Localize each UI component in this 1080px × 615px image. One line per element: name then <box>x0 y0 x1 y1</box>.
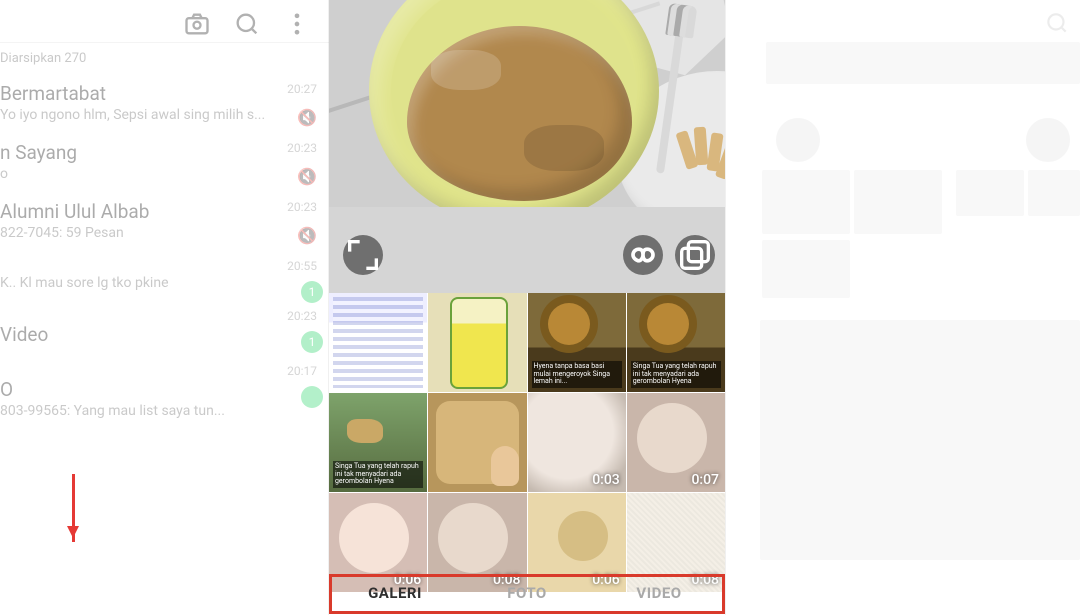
right-background <box>726 0 1080 615</box>
chat-row: n Sayang o 20:23 🔇 <box>0 137 329 196</box>
preview-toolbar <box>329 207 725 293</box>
chat-row: Alumni Ulul Albab 822-7045: 59 Pesan 20:… <box>0 196 329 255</box>
thumb-lion-1[interactable]: Hyena tanpa basa basi mulai mengeroyok S… <box>528 293 626 392</box>
media-picker: Hyena tanpa basa basi mulai mengeroyok S… <box>329 0 725 615</box>
chatlist-background: Diarsipkan 270 Bermartabat Yo iyo ngono … <box>0 0 329 615</box>
chat-row: O 803-99565: Yang mau list saya tun... 2… <box>0 360 329 433</box>
mute-icon: 🔇 <box>297 167 317 186</box>
thumb-video[interactable]: 0:03 <box>528 393 626 492</box>
chat-row: Bermartabat Yo iyo ngono hlm, Sepsi awal… <box>0 78 329 137</box>
thumb-grass-dog[interactable]: Singa Tua yang telah rapuh ini tak menya… <box>329 393 427 492</box>
chat-snippet: Yo iyo ngono hlm, Sepsi awal sing milih … <box>0 107 319 123</box>
mute-icon: 🔇 <box>297 108 317 127</box>
chat-row: Video 20:23 1 <box>0 305 329 360</box>
media-tabs: GALERI FOTO VIDEO <box>329 570 725 615</box>
unread-badge <box>301 386 323 408</box>
boomerang-button[interactable] <box>623 235 663 275</box>
chat-time: 20:27 <box>287 82 317 96</box>
tab-video[interactable]: VIDEO <box>593 570 725 615</box>
thumb-caption: Singa Tua yang telah rapuh ini tak menya… <box>333 461 423 488</box>
chat-name: Bermartabat <box>0 82 319 105</box>
unread-badge: 1 <box>301 281 323 303</box>
tab-photo[interactable]: FOTO <box>461 570 593 615</box>
thumb-video[interactable]: 0:07 <box>627 393 725 492</box>
thumb-screenshot[interactable] <box>329 293 427 392</box>
kebab-icon <box>283 10 311 38</box>
chat-row: K.. Kl mau sore lg tko pkine 20:55 1 <box>0 255 329 305</box>
duration-label: 0:07 <box>691 472 719 488</box>
fullscreen-button[interactable] <box>343 235 383 275</box>
mute-icon: 🔇 <box>297 226 317 245</box>
thumb-lemon[interactable] <box>428 293 526 392</box>
selected-preview[interactable] <box>329 0 725 207</box>
search-icon <box>1044 10 1070 36</box>
thumb-lion-2[interactable]: Singa Tua yang telah rapuh ini tak menya… <box>627 293 725 392</box>
duration-label: 0:03 <box>592 472 620 488</box>
thumb-caption: Hyena tanpa basa basi mulai mengeroyok S… <box>532 361 622 388</box>
thumb-bread[interactable] <box>428 393 526 492</box>
thumbnail-grid: Hyena tanpa basa basi mulai mengeroyok S… <box>329 293 725 570</box>
archive-row: Diarsipkan 270 <box>0 43 329 78</box>
search-icon <box>233 10 261 38</box>
preview-image <box>329 0 725 207</box>
unread-badge: 1 <box>301 331 323 353</box>
multi-select-button[interactable] <box>675 235 715 275</box>
thumb-caption: Singa Tua yang telah rapuh ini tak menya… <box>631 361 721 388</box>
camera-icon <box>183 10 211 38</box>
tab-gallery[interactable]: GALERI <box>329 570 461 615</box>
